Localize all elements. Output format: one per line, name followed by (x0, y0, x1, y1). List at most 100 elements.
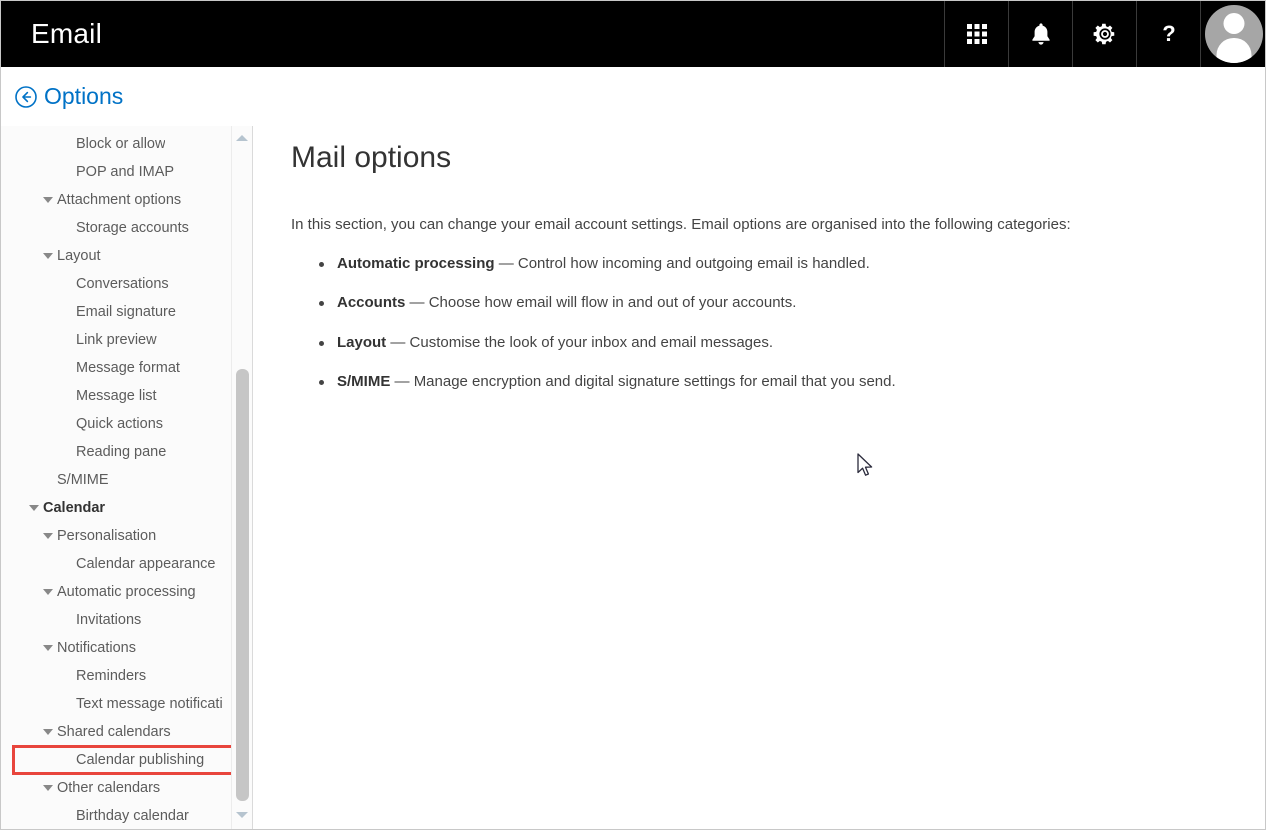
sidebar-item-label: Reminders (76, 668, 147, 684)
app-launcher-button[interactable] (944, 1, 1008, 67)
category-term: Automatic processing (337, 254, 495, 272)
expand-triangle-icon[interactable] (43, 532, 53, 541)
sidebar-item-label: Birthday calendar (76, 808, 189, 824)
category-dash: — (390, 373, 414, 390)
help-button[interactable]: ? (1136, 1, 1200, 67)
scroll-down-arrow[interactable] (232, 805, 252, 825)
settings-button[interactable] (1072, 1, 1136, 67)
sidebar-item-reading-pane[interactable]: Reading pane (1, 438, 231, 466)
options-tree: Block or allow POP and IMAP Attachment opt… (1, 126, 252, 829)
category-description: Control how incoming and outgoing email … (517, 254, 870, 272)
sidebar-item-storage-accounts[interactable]: Storage accounts (1, 214, 231, 242)
back-label: Options (44, 83, 124, 109)
sidebar-item-label: Text message notificati (76, 696, 223, 712)
sidebar-item-calendar-appearance[interactable]: Calendar appearance (1, 550, 231, 578)
expand-triangle-icon[interactable] (43, 728, 53, 737)
category-list-item: S/MIME — Manage encryption and digital s… (319, 371, 1225, 394)
sidebar-item-reminders[interactable]: Reminders (1, 662, 231, 690)
account-avatar-button[interactable] (1200, 1, 1265, 67)
category-dash: — (494, 254, 518, 272)
expand-triangle-icon[interactable] (29, 504, 39, 513)
category-term: Layout (337, 333, 387, 351)
sidebar-item-email-signature[interactable]: Email signature (1, 298, 231, 326)
sidebar-item-block-or-allow[interactable]: Block or allow (1, 130, 231, 158)
body-area: Block or allow POP and IMAP Attachment opt… (1, 126, 1265, 829)
bell-icon (1030, 22, 1052, 46)
back-to-options-button[interactable]: Options (15, 85, 123, 108)
sidebar-item-personalisation[interactable]: Personalisation (1, 522, 231, 550)
sidebar-item-layout[interactable]: Layout (1, 242, 231, 270)
sidebar-item-label: Storage accounts (76, 220, 189, 236)
sidebar-item-label: Message list (76, 388, 157, 404)
sidebar-item-label: Other calendars (57, 780, 161, 796)
intro-paragraph: In this section, you can change your ema… (291, 216, 1071, 233)
sidebar-item-s-mime[interactable]: S/MIME (1, 466, 231, 494)
options-sidebar: Block or allow POP and IMAP Attachment opt… (1, 126, 253, 829)
sidebar-item-attachment-options[interactable]: Attachment options (1, 186, 231, 214)
sidebar-item-notifications[interactable]: Notifications (1, 634, 231, 662)
sidebar-item-label: POP and IMAP (76, 164, 175, 180)
svg-text:?: ? (1162, 22, 1175, 46)
sidebar-item-invitations[interactable]: Invitations (1, 606, 231, 634)
sidebar-item-quick-actions[interactable]: Quick actions (1, 410, 231, 438)
sidebar-item-label: Invitations (76, 612, 142, 628)
sidebar-item-label: Block or allow (76, 136, 166, 152)
sidebar-item-label: Layout (57, 248, 101, 264)
scrollbar-thumb[interactable] (236, 369, 249, 801)
category-list-item: Layout — Customise the look of your inbo… (319, 332, 1225, 355)
sidebar-item-message-list[interactable]: Message list (1, 382, 231, 410)
expand-triangle-icon[interactable] (43, 252, 53, 261)
category-dash: — (386, 333, 410, 351)
sidebar-item-label: Calendar (43, 500, 106, 516)
category-term: S/MIME (337, 373, 391, 390)
category-description: Manage encryption and digital signature … (413, 373, 896, 390)
gear-icon (1093, 22, 1117, 46)
sidebar-item-message-format[interactable]: Message format (1, 354, 231, 382)
email-options-window: Email ? Options Block or allow POP and I… (0, 0, 1266, 830)
sidebar-item-automatic-processing[interactable]: Automatic processing (1, 578, 231, 606)
category-list-item: Accounts — Choose how email will flow in… (319, 292, 1225, 315)
options-bar: Options (1, 67, 1265, 126)
category-list-item: Automatic processing — Control how incom… (319, 253, 1225, 276)
sidebar-item-label: S/MIME (57, 472, 109, 488)
sidebar-item-label: Email signature (76, 304, 176, 320)
app-header: Email ? (1, 1, 1265, 67)
main-content: Mail options In this section, you can ch… (253, 126, 1265, 829)
sidebar-item-shared-calendars[interactable]: Shared calendars (1, 718, 231, 746)
sidebar-item-label: Shared calendars (57, 724, 171, 740)
sidebar-item-birthday-calendar[interactable]: Birthday calendar (1, 802, 231, 829)
sidebar-item-text-message-notificati[interactable]: Text message notificati (1, 690, 231, 718)
expand-triangle-icon[interactable] (43, 196, 53, 205)
sidebar-item-label: Quick actions (76, 416, 164, 432)
sidebar-item-other-calendars[interactable]: Other calendars (1, 774, 231, 802)
sidebar-item-link-preview[interactable]: Link preview (1, 326, 231, 354)
header-actions: ? (944, 1, 1265, 67)
category-description: Choose how email will flow in and out of… (428, 294, 797, 311)
sidebar-item-conversations[interactable]: Conversations (1, 270, 231, 298)
sidebar-item-calendar[interactable]: Calendar (1, 494, 231, 522)
sidebar-item-pop-and-imap[interactable]: POP and IMAP (1, 158, 231, 186)
category-list: Automatic processing — Control how incom… (291, 253, 1225, 394)
question-mark-icon: ? (1158, 22, 1180, 46)
scroll-up-arrow[interactable] (232, 128, 252, 148)
sidebar-item-calendar-publishing[interactable]: Calendar publishing (1, 745, 252, 775)
page-title: Mail options (291, 141, 452, 174)
sidebar-item-label: Personalisation (57, 528, 157, 544)
expand-triangle-icon[interactable] (43, 784, 53, 793)
sidebar-scrollbar[interactable] (231, 126, 252, 829)
notifications-button[interactable] (1008, 1, 1072, 67)
expand-triangle-icon[interactable] (43, 644, 53, 653)
expand-triangle-icon[interactable] (43, 588, 53, 597)
